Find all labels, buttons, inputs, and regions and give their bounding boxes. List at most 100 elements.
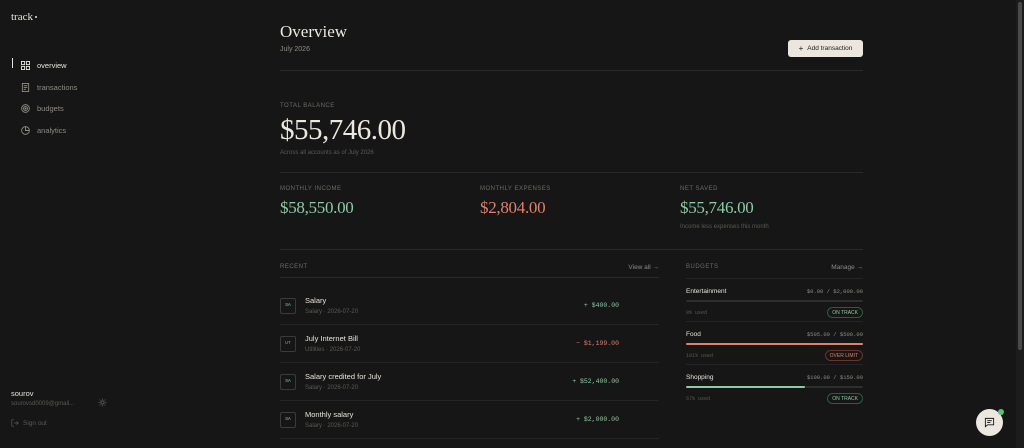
- transaction-amount: + $52,400.00: [572, 378, 619, 385]
- transaction-text: Salary credited for July Salary · 2026-0…: [305, 372, 381, 391]
- budget-item-shopping[interactable]: Shopping $100.00 / $150.00 67% used ON T…: [686, 364, 863, 407]
- sidebar-item-label: transactions: [37, 82, 78, 92]
- balance-divider: [280, 172, 863, 173]
- sidebar-nav: overview transactions budgets analytics: [11, 55, 221, 141]
- transaction-text: Monthly salary Salary · 2026-07-20: [305, 410, 358, 429]
- budget-progress-track: [686, 386, 863, 388]
- stat-value: $2,804.00: [480, 198, 546, 217]
- budget-amount: $100.00 / $150.00: [806, 374, 863, 381]
- budget-name: Food: [686, 331, 701, 338]
- stats-divider: [280, 249, 863, 250]
- transaction-meta: Utilities · 2026-07-20: [305, 347, 361, 353]
- budgets-header: BUDGETS Manage →: [686, 264, 863, 278]
- category-badge: SA: [280, 411, 296, 428]
- budget-limit: $2,000.00: [833, 288, 863, 295]
- recent-divider: [280, 277, 659, 278]
- budgets-label: BUDGETS: [686, 264, 719, 270]
- budget-progress-fill: [686, 343, 863, 345]
- stat-monthly-expenses: MONTHLY EXPENSES $2,804.00: [480, 186, 670, 218]
- budget-limit: $500.00: [839, 331, 863, 338]
- total-balance-label: TOTAL BALANCE: [280, 103, 335, 109]
- sidebar-item-label: overview: [37, 61, 67, 71]
- notification-dot: [998, 409, 1004, 415]
- transaction-text: July Internet Bill Utilities · 2026-07-2…: [305, 334, 360, 353]
- receipt-icon: [21, 82, 30, 92]
- budget-progress-track: [686, 343, 863, 345]
- signout-label: Sign out: [23, 419, 47, 427]
- page-subtitle: July 2026: [280, 46, 310, 53]
- transaction-row[interactable]: UT July Internet Bill Utilities · 2026-0…: [280, 325, 659, 363]
- budget-amount: $505.00 / $500.00: [806, 331, 863, 338]
- target-icon: [21, 104, 30, 114]
- sidebar-item-label: budgets: [37, 104, 64, 114]
- scrollbar-thumb[interactable]: [1018, 2, 1022, 350]
- budget-item-food[interactable]: Food $505.00 / $500.00 101% used OVER LI…: [686, 321, 863, 364]
- budget-name: Entertainment: [686, 288, 727, 295]
- transaction-row[interactable]: SA Monthly salary Salary · 2026-07-20 + …: [280, 401, 659, 439]
- pie-icon: [21, 125, 30, 135]
- user-email: sourovsd0009@gmail...: [11, 401, 75, 407]
- chat-button[interactable]: [976, 409, 1004, 436]
- total-balance-caption: Across all accounts as of July 2026: [280, 150, 374, 156]
- transaction-list: SA Salary Salary · 2026-07-20 + $400.00 …: [280, 287, 659, 439]
- view-all-link[interactable]: View all →: [628, 264, 659, 271]
- user-profile[interactable]: sourov sourovsd0009@gmail...: [11, 389, 111, 407]
- stat-value: $58,550.00: [280, 198, 354, 217]
- category-badge: SA: [280, 373, 296, 390]
- status-badge: OVER LIMIT: [824, 350, 863, 361]
- stat-net-saved: NET SAVED $55,746.00 Income less expense…: [680, 186, 870, 230]
- transaction-row[interactable]: SA Salary credited for July Salary · 202…: [280, 363, 659, 401]
- transaction-row[interactable]: SA Salary Salary · 2026-07-20 + $400.00: [280, 287, 659, 325]
- budget-amount: $0.00 / $2,000.00: [806, 288, 863, 295]
- budget-item-entertainment[interactable]: Entertainment $0.00 / $2,000.00 0% used …: [686, 278, 863, 321]
- sun-icon[interactable]: [98, 394, 107, 407]
- stat-label: MONTHLY EXPENSES: [480, 186, 551, 192]
- plus-icon: +: [798, 43, 804, 53]
- transaction-name: Monthly salary: [305, 410, 354, 419]
- budget-progress-fill: [686, 386, 805, 388]
- header-divider: [280, 70, 863, 71]
- budgets-panel: BUDGETS Manage → Entertainment $0.00 / $…: [686, 264, 863, 407]
- recent-label: RECENT: [280, 264, 308, 270]
- category-badge: SA: [280, 297, 296, 314]
- transaction-meta: Salary · 2026-07-20: [305, 309, 359, 315]
- transaction-name: Salary: [305, 296, 327, 305]
- grid-icon: [21, 61, 30, 71]
- chat-icon: [984, 417, 995, 428]
- signout-button[interactable]: Sign out: [11, 419, 47, 427]
- stat-value: $55,746.00: [680, 198, 754, 217]
- status-badge: ON TRACK: [827, 393, 863, 404]
- sidebar: track overview transactions budgets anal…: [0, 0, 230, 448]
- main-content: Overview July 2026 + Add transaction TOT…: [280, 0, 863, 448]
- transaction-amount: + $400.00: [583, 302, 619, 309]
- budget-progress-track: [686, 300, 863, 302]
- user-name: sourov: [11, 389, 34, 398]
- budget-used: 67% used: [686, 395, 711, 402]
- transaction-meta: Salary · 2026-07-20: [305, 385, 359, 391]
- logo-text: track: [11, 11, 33, 23]
- status-badge: ON TRACK: [827, 307, 863, 318]
- sidebar-item-transactions[interactable]: transactions: [11, 77, 221, 99]
- manage-budgets-link[interactable]: Manage →: [831, 264, 863, 278]
- budget-spent: $505.00: [806, 331, 830, 338]
- budget-limit: $150.00: [839, 374, 863, 381]
- budget-spent: $0.00: [806, 288, 824, 295]
- transaction-meta: Salary · 2026-07-20: [305, 423, 359, 429]
- page-scrollbar[interactable]: [1016, 0, 1024, 448]
- budget-name: Shopping: [686, 374, 714, 381]
- add-transaction-button[interactable]: + Add transaction: [788, 40, 863, 57]
- transaction-text: Salary Salary · 2026-07-20: [305, 296, 358, 315]
- stat-monthly-income: MONTHLY INCOME $58,550.00: [280, 186, 470, 218]
- stat-label: NET SAVED: [680, 186, 718, 192]
- logo-dot: [34, 16, 37, 19]
- add-transaction-label: Add transaction: [807, 45, 853, 52]
- budget-spent: $100.00: [806, 374, 830, 381]
- stat-caption: Income less expenses this month: [680, 224, 769, 230]
- sidebar-item-overview[interactable]: overview: [11, 55, 221, 77]
- sidebar-item-budgets[interactable]: budgets: [11, 98, 221, 120]
- sidebar-item-analytics[interactable]: analytics: [11, 120, 221, 142]
- stat-label: MONTHLY INCOME: [280, 186, 342, 192]
- transaction-name: Salary credited for July: [305, 372, 382, 381]
- page-title: Overview: [280, 22, 348, 41]
- app-logo[interactable]: track: [11, 11, 37, 23]
